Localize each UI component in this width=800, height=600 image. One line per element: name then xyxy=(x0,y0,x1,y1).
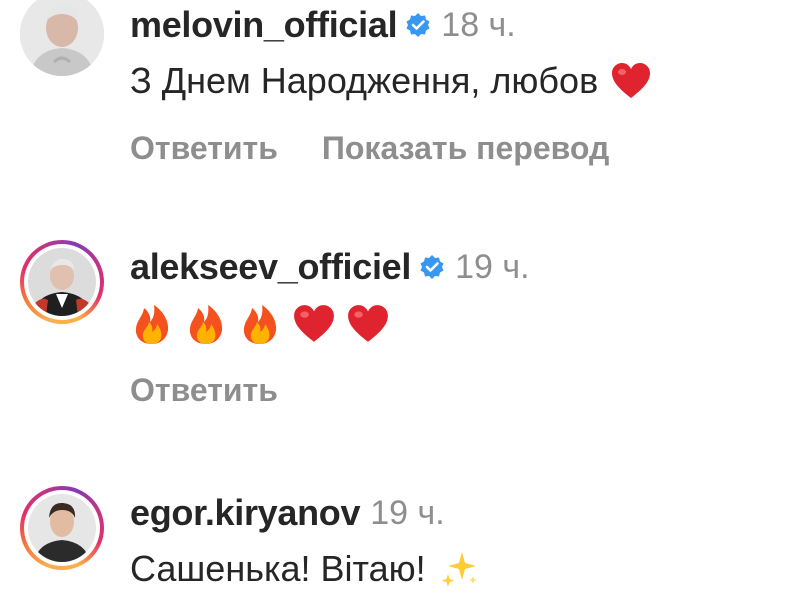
avatar-photo-icon xyxy=(28,248,96,316)
comment-actions: Ответить Показать перевод xyxy=(130,130,653,167)
comment-time: 19 ч. xyxy=(455,247,530,286)
heart-emoji-icon xyxy=(610,60,652,102)
heart-emoji-icon xyxy=(292,302,336,346)
fire-emoji-icon xyxy=(238,302,282,346)
comment-text-row xyxy=(130,302,400,346)
comment-header: alekseev_officiel 19 ч. xyxy=(130,246,530,288)
comment-actions: Ответить xyxy=(130,372,322,409)
verified-badge-icon xyxy=(405,12,431,38)
reply-button[interactable]: Ответить xyxy=(130,372,278,409)
avatar-photo-icon xyxy=(28,494,96,562)
show-translation-button[interactable]: Показать перевод xyxy=(322,130,609,167)
comment-header: melovin_official 18 ч. xyxy=(130,4,516,46)
comment-text-row: З Днем Народження, любов xyxy=(130,60,652,102)
fire-emoji-icon xyxy=(184,302,228,346)
heart-emoji-icon xyxy=(346,302,390,346)
avatar-photo-icon xyxy=(20,0,104,76)
comment-time: 18 ч. xyxy=(441,5,516,44)
username[interactable]: egor.kiryanov xyxy=(130,492,361,534)
comment-text: Сашенька! Вітаю! xyxy=(130,548,426,589)
comments-list: melovin_official 18 ч. З Днем Народження… xyxy=(0,0,800,600)
avatar[interactable] xyxy=(20,240,104,324)
comment-time: 19 ч. xyxy=(370,493,445,532)
comment-text: З Днем Народження, любов xyxy=(130,60,599,101)
comment-header: egor.kiryanov 19 ч. xyxy=(130,492,445,534)
reply-button[interactable]: Ответить xyxy=(130,130,278,167)
avatar[interactable] xyxy=(20,0,104,76)
username[interactable]: alekseev_officiel xyxy=(130,246,411,288)
avatar[interactable] xyxy=(20,486,104,570)
fire-emoji-icon xyxy=(130,302,174,346)
username[interactable]: melovin_official xyxy=(130,4,398,46)
comment-text-row: Сашенька! Вітаю! xyxy=(130,548,480,590)
verified-badge-icon xyxy=(419,254,445,280)
sparkles-emoji-icon xyxy=(438,548,480,590)
